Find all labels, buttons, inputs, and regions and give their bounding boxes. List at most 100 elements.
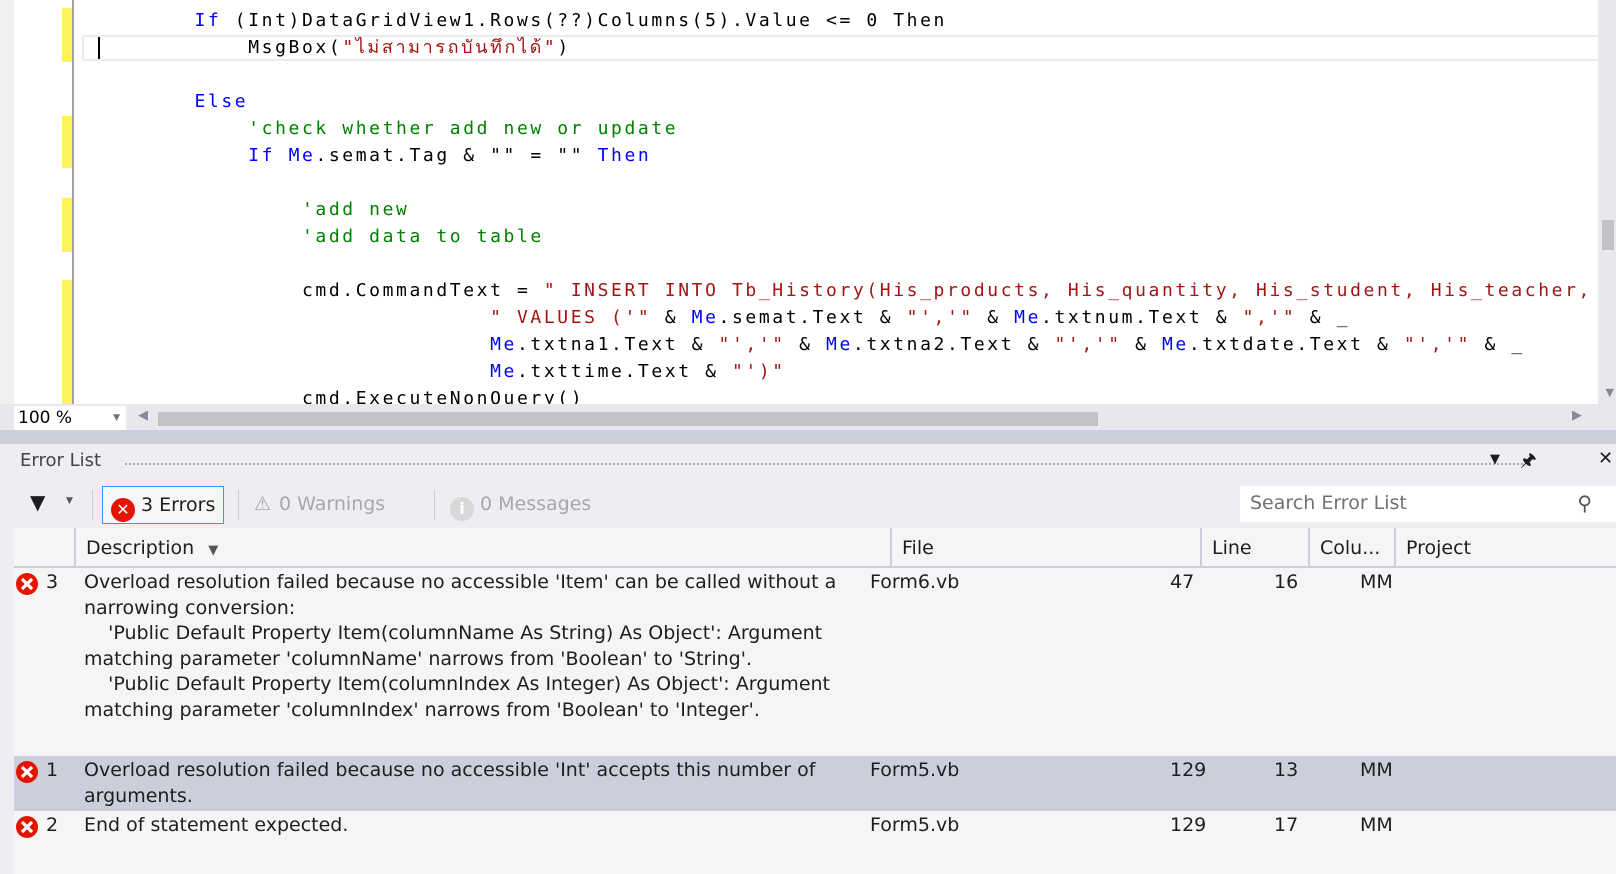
- code-token: "','": [1403, 334, 1472, 355]
- code-token: "','": [718, 334, 786, 355]
- code-token: Then: [893, 10, 947, 31]
- code-token: (Int)DataGridView1.Rows(??)Columns(5).Va…: [221, 10, 894, 31]
- warnings-filter-button[interactable]: ⚠ 0 Warnings: [246, 486, 393, 524]
- column-header-line[interactable]: Line: [1200, 528, 1308, 568]
- error-column: 17: [1274, 814, 1299, 836]
- code-token: " INSERT INTO Tb_History(His_products, H…: [543, 280, 1592, 301]
- code-token: Me: [1161, 334, 1189, 355]
- code-line[interactable]: 'add data to table: [87, 223, 544, 250]
- code-token: & _: [1296, 307, 1351, 328]
- error-table: Description ▼ File Line Colu... Project 3…: [14, 528, 1616, 874]
- code-token: .txtna1.Text &: [516, 334, 719, 355]
- scroll-down-icon[interactable]: ▼: [1606, 386, 1614, 399]
- change-marker: [62, 198, 72, 252]
- code-token: 'check whether add new or update: [248, 118, 679, 139]
- warnings-label: 0 Warnings: [279, 493, 386, 515]
- zoom-select[interactable]: 100 % ▼: [14, 406, 126, 430]
- divider: [92, 490, 93, 520]
- column-header-file[interactable]: File: [890, 528, 1200, 568]
- sort-icon: ▼: [208, 543, 219, 558]
- error-icon: [16, 573, 38, 595]
- search-placeholder: Search Error List: [1250, 492, 1407, 514]
- code-token: .txtdate.Text &: [1188, 334, 1404, 355]
- column-header-description[interactable]: Description ▼: [74, 528, 904, 568]
- divider: [238, 490, 239, 520]
- code-token: &: [1121, 334, 1162, 355]
- text-caret: [98, 37, 100, 59]
- error-row[interactable]: 3 Overload resolution failed because no …: [14, 568, 1616, 756]
- code-line[interactable]: MsgBox("ไม่สามารถบันทึกได้"): [87, 34, 571, 61]
- error-file: Form5.vb: [870, 759, 960, 781]
- code-token: &: [785, 334, 827, 355]
- error-line: 129: [1170, 759, 1207, 781]
- code-token: MsgBox(: [87, 37, 343, 58]
- code-line[interactable]: If Me.semat.Tag & "" = "" Then: [87, 142, 651, 169]
- table-header: Description ▼ File Line Colu... Project: [14, 528, 1616, 568]
- code-token: Else: [194, 91, 249, 112]
- left-strip: [0, 0, 14, 404]
- code-token: If: [194, 10, 222, 31]
- code-line[interactable]: Else: [87, 88, 248, 115]
- error-file: Form5.vb: [870, 814, 960, 836]
- filter-icon[interactable]: ▼: [30, 490, 45, 514]
- error-row[interactable]: 2 End of statement expected. Form5.vb 12…: [14, 811, 1616, 843]
- code-token: " VALUES ('": [490, 307, 652, 328]
- code-text-area[interactable]: If (Int)DataGridView1.Rows(??)Columns(5)…: [78, 0, 1598, 404]
- column-header-column[interactable]: Colu...: [1308, 528, 1394, 568]
- error-project: MM: [1360, 571, 1393, 593]
- code-token: cmd.CommandText =: [87, 280, 544, 301]
- code-token: .txtna2.Text &: [852, 334, 1055, 355]
- code-token: If: [248, 145, 276, 166]
- search-icon[interactable]: ⚲: [1577, 486, 1592, 520]
- error-number: 2: [46, 814, 59, 836]
- scroll-right-icon[interactable]: ▶: [1572, 408, 1582, 423]
- editor-gutter: [14, 0, 74, 404]
- vertical-scrollbar[interactable]: ▼: [1598, 0, 1616, 404]
- code-token: "','": [1054, 334, 1122, 355]
- code-line[interactable]: Me.txtna1.Text & "','" & Me.txtna2.Text …: [87, 331, 1525, 358]
- code-token: 'add new: [302, 199, 410, 220]
- error-number: 1: [46, 759, 59, 781]
- errors-label: 3 Errors: [141, 494, 216, 516]
- messages-label: 0 Messages: [480, 493, 592, 515]
- code-line[interactable]: Me.txttime.Text & "')": [87, 358, 786, 385]
- dropdown-icon[interactable]: ▼: [1490, 452, 1500, 467]
- code-token: & _: [1471, 334, 1525, 355]
- code-line[interactable]: 'add new: [87, 196, 410, 223]
- code-line[interactable]: 'check whether add new or update: [87, 115, 678, 142]
- error-list-panel: Error List ▼ 🖈 ✕ ▼ ▼ ✕ 3 Errors ⚠ 0 Warnin…: [14, 444, 1616, 874]
- errors-filter-button[interactable]: ✕ 3 Errors: [102, 486, 225, 524]
- error-row[interactable]: 1 Overload resolution failed because no …: [14, 756, 1616, 811]
- pin-icon[interactable]: 🖈: [1520, 448, 1537, 478]
- change-marker: [62, 116, 72, 168]
- scrollbar-thumb[interactable]: [1602, 220, 1614, 250]
- code-line[interactable]: cmd.ExecuteNonQuery(): [87, 385, 584, 404]
- header-label: Description: [86, 537, 195, 559]
- error-line: 129: [1170, 814, 1207, 836]
- horizontal-scrollbar-thumb[interactable]: [158, 412, 1098, 426]
- error-list-toolbar: ▼ ▼ ✕ 3 Errors ⚠ 0 Warnings i 0 Messages Se…: [14, 480, 1616, 528]
- code-editor[interactable]: If (Int)DataGridView1.Rows(??)Columns(5)…: [0, 0, 1616, 404]
- code-token: Me: [288, 145, 316, 166]
- code-token: Me: [1014, 307, 1042, 328]
- code-line[interactable]: " VALUES ('" & Me.semat.Text & "','" & M…: [87, 304, 1350, 331]
- code-token: Me: [691, 307, 719, 328]
- code-token: Me: [826, 334, 853, 355]
- column-header-project[interactable]: Project: [1394, 528, 1616, 568]
- change-marker: [62, 8, 72, 62]
- panel-splitter[interactable]: [0, 430, 1616, 444]
- code-line[interactable]: If (Int)DataGridView1.Rows(??)Columns(5)…: [87, 7, 947, 34]
- chevron-down-icon[interactable]: ▼: [66, 496, 73, 506]
- panel-grip[interactable]: [124, 462, 1524, 467]
- search-error-list-input[interactable]: Search Error List ⚲: [1240, 486, 1616, 522]
- code-token: .semat.Text &: [718, 307, 907, 328]
- scroll-left-icon[interactable]: ◀: [138, 408, 148, 423]
- messages-filter-button[interactable]: i 0 Messages: [442, 486, 599, 524]
- close-icon[interactable]: ✕: [1598, 448, 1613, 469]
- code-line[interactable]: cmd.CommandText = " INSERT INTO Tb_Histo…: [87, 277, 1592, 304]
- error-description: End of statement expected.: [84, 814, 349, 836]
- code-token: &: [651, 307, 692, 328]
